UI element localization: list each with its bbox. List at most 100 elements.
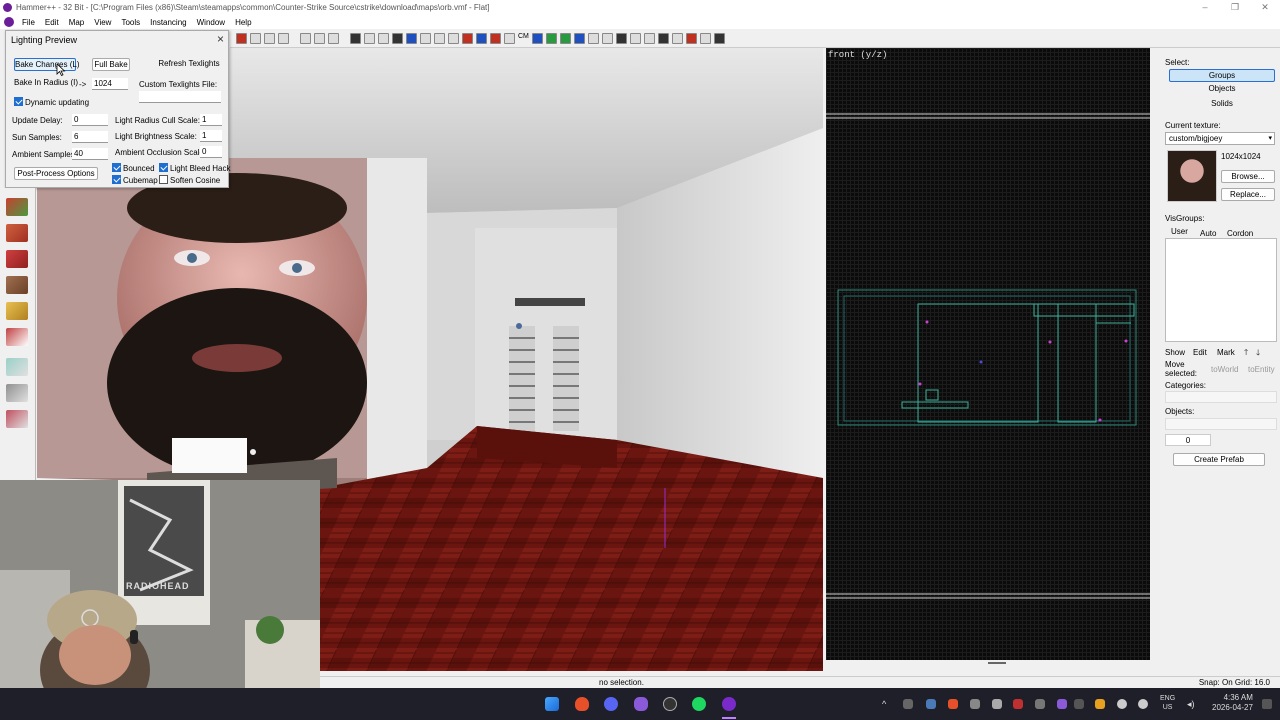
block-tool-icon[interactable] [6, 198, 28, 216]
volume-icon[interactable]: ◂) [1187, 699, 1195, 710]
toolbar-cubemap-icon[interactable] [531, 33, 543, 44]
hammer-menu-icon[interactable] [4, 17, 14, 27]
toolbar-options-icon[interactable] [713, 33, 725, 44]
cordon-tool-icon[interactable] [6, 410, 28, 428]
dynamic-updating-checkbox[interactable] [14, 97, 23, 106]
to-world-button[interactable]: toWorld [1211, 365, 1238, 374]
tray-app-icon-2[interactable] [970, 699, 980, 709]
hammer-taskbar-icon[interactable] [722, 697, 736, 711]
menu-instancing[interactable]: Instancing [145, 18, 191, 27]
overlay-tool-icon[interactable] [6, 302, 28, 320]
toolbar-cut-icon[interactable] [300, 33, 311, 44]
vertex-tool-icon[interactable] [6, 358, 28, 376]
toolbar-texture-app-icon[interactable] [476, 33, 487, 44]
update-delay-input[interactable]: 0 [72, 114, 108, 126]
toolbar-move-icon[interactable] [699, 33, 711, 44]
browse-button[interactable]: Browse... [1221, 170, 1275, 183]
toolbar-cordon-icon[interactable] [685, 33, 697, 44]
ambient-samples-input[interactable]: 40 [72, 148, 108, 160]
menu-tools[interactable]: Tools [116, 18, 145, 27]
bake-changes-button[interactable]: Bake Changes (L) [14, 58, 79, 71]
apply-texture-icon[interactable] [6, 250, 28, 268]
menu-map[interactable]: Map [64, 18, 90, 27]
path-tool-icon[interactable] [6, 384, 28, 402]
custom-texlights-input[interactable] [139, 91, 221, 103]
toolbar-flat-icon[interactable] [629, 33, 641, 44]
show-button[interactable]: Show [1165, 348, 1185, 357]
toolbar-entity-icon[interactable] [559, 33, 571, 44]
menu-view[interactable]: View [89, 18, 116, 27]
microphone-icon[interactable] [1117, 699, 1127, 709]
mark-button[interactable]: Mark [1217, 348, 1235, 357]
toolbar-group-icon[interactable] [250, 33, 261, 44]
tab-auto[interactable]: Auto [1200, 229, 1216, 238]
toolbar-overlay-icon[interactable] [504, 33, 515, 44]
light-brightness-input[interactable]: 1 [200, 130, 222, 142]
toolbar-snap-icon[interactable] [462, 33, 473, 44]
tray-chevron-up-icon[interactable]: ^ [882, 699, 886, 709]
objects-dropdown[interactable] [1165, 418, 1277, 430]
tray-steam-icon[interactable] [926, 699, 936, 709]
move-down-icon[interactable]: 🡓 [1256, 347, 1260, 361]
clock[interactable]: 4:36 AM 2026-04-27 [1212, 693, 1253, 713]
light-radius-cull-input[interactable]: 1 [200, 114, 222, 126]
bake-in-radius-button[interactable]: Bake In Radius (I) [14, 77, 78, 90]
bounced-checkbox[interactable] [112, 163, 121, 172]
minimize-button[interactable]: – [1190, 0, 1220, 15]
objects-count-spinner[interactable]: 0 [1165, 434, 1211, 446]
soften-cosine-checkbox[interactable] [159, 175, 168, 184]
lighting-preview-close-button[interactable]: × [217, 32, 224, 46]
post-process-options-button[interactable]: Post-Process Options [14, 167, 98, 180]
close-window-button[interactable]: ✕ [1250, 0, 1280, 15]
toolbar-texture-lock-icon[interactable] [392, 33, 403, 44]
ambient-occlusion-input[interactable]: 0 [200, 146, 222, 158]
toolbar-select-icon[interactable] [406, 33, 417, 44]
toolbar-copy-icon[interactable] [314, 33, 325, 44]
toolbar-decal-icon[interactable] [490, 33, 501, 44]
steam-icon[interactable] [663, 697, 677, 711]
notification-icon[interactable] [1262, 699, 1272, 709]
menu-window[interactable]: Window [192, 18, 230, 27]
tray-search-icon[interactable] [1095, 699, 1105, 709]
toolbar-model-icon[interactable] [545, 33, 557, 44]
menu-help[interactable]: Help [230, 18, 256, 27]
cubemap-checkbox[interactable] [112, 175, 121, 184]
maximize-button[interactable]: ❐ [1220, 0, 1250, 15]
front-2d-viewport[interactable]: front (y/z) [826, 48, 1150, 660]
toolbar-translate-icon[interactable] [434, 33, 445, 44]
spotify-icon[interactable] [692, 697, 706, 711]
tray-app-icon-4[interactable] [1035, 699, 1045, 709]
toolbar-textured-icon[interactable] [643, 33, 655, 44]
obs-icon[interactable] [634, 697, 648, 711]
toolbar-ungroup-icon[interactable] [264, 33, 275, 44]
toolbar-rotate-icon[interactable] [448, 33, 459, 44]
toolbar-paste-icon[interactable] [328, 33, 339, 44]
texture-tool-icon[interactable] [6, 224, 28, 242]
tab-cordon[interactable]: Cordon [1227, 229, 1253, 238]
edit-button[interactable]: Edit [1193, 348, 1207, 357]
replace-button[interactable]: Replace... [1221, 188, 1275, 201]
move-up-icon[interactable]: 🡑 [1244, 347, 1248, 361]
select-solids-button[interactable]: Solids [1169, 98, 1275, 111]
visgroups-list[interactable] [1165, 238, 1277, 342]
brave-icon[interactable] [575, 697, 589, 711]
create-prefab-button[interactable]: Create Prefab [1173, 453, 1265, 466]
toolbar-select-all-icon[interactable] [587, 33, 599, 44]
tray-brave-icon[interactable] [948, 699, 958, 709]
discord-icon[interactable] [604, 697, 618, 711]
network-icon[interactable] [1138, 699, 1148, 709]
tray-app-icon-1[interactable] [903, 699, 913, 709]
toolbar-run-map-icon[interactable] [573, 33, 585, 44]
view-splitter-handle[interactable] [988, 662, 1006, 664]
select-objects-button[interactable]: Objects [1169, 83, 1275, 96]
toolbar-area-icon[interactable] [601, 33, 613, 44]
toolbar-grid-larger-icon[interactable] [378, 33, 389, 44]
full-bake-button[interactable]: Full Bake [92, 58, 130, 71]
toolbar-wireframe-icon[interactable] [615, 33, 627, 44]
tab-user[interactable]: User [1171, 227, 1188, 236]
clip-tool-icon[interactable] [6, 328, 28, 346]
toolbar-grid-smaller-icon[interactable] [364, 33, 375, 44]
language-indicator[interactable]: ENG US [1160, 694, 1175, 712]
toolbar-tl-icon[interactable] [420, 33, 431, 44]
toolbar-hide-icon[interactable] [278, 33, 289, 44]
